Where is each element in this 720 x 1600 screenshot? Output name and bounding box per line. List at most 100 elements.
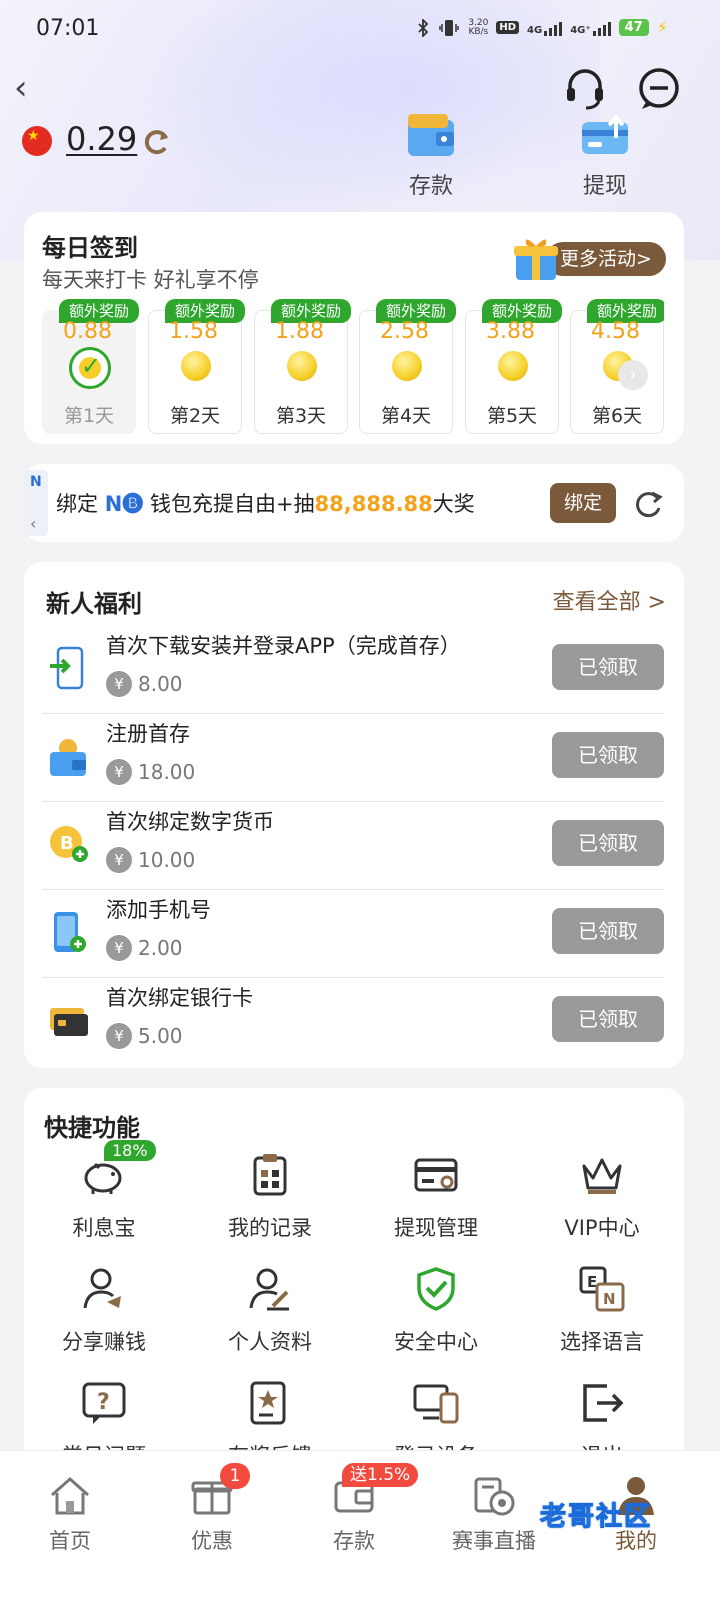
charging-icon: ⚡: [656, 18, 668, 37]
quick-interest[interactable]: 18% 利息宝: [24, 1140, 184, 1262]
signin-day-3[interactable]: 额外奖励 1.88 第3天: [254, 299, 351, 434]
day-label: 第4天: [380, 405, 432, 427]
task-name: 注册首存: [106, 722, 190, 746]
task-reward: ¥5.00: [106, 1022, 183, 1050]
shield-check-icon: [417, 1267, 455, 1311]
claimed-button[interactable]: 已领取: [552, 732, 664, 778]
newbie-title: 新人福利: [46, 590, 142, 618]
balance-amount: 0.29: [66, 120, 138, 158]
signin-days-scroller[interactable]: 额外奖励 0.88 第1天 额外奖励 1.58 第2天 额外奖励 1.88 第3…: [42, 292, 664, 438]
refresh-balance-icon[interactable]: [140, 126, 172, 158]
signin-day-4[interactable]: 额外奖励 2.58 第4天: [359, 299, 456, 434]
checked-icon: [69, 347, 111, 389]
yen-icon: ¥: [106, 671, 132, 697]
status-icons: 3.20 KB/s HD 4G 4G⁺ 47 ⚡: [416, 18, 668, 37]
withdraw-card-icon: [582, 115, 628, 154]
day-amount: 1.58: [169, 319, 218, 344]
signin-day-6[interactable]: 额外奖励 4.58 第6天: [570, 299, 664, 434]
task-name: 首次绑定银行卡: [106, 986, 253, 1010]
user-edit-icon: [249, 1268, 289, 1311]
signin-title: 每日签到: [42, 234, 138, 262]
withdraw-label: 提现: [582, 174, 627, 199]
question-icon: ?: [82, 1382, 126, 1424]
task-name: 首次下载安装并登录APP（完成首存）: [106, 634, 461, 658]
task-reward: ¥8.00: [106, 670, 183, 698]
logout-icon: [583, 1384, 624, 1422]
customer-service-icon[interactable]: [562, 66, 608, 112]
back-button[interactable]: ‹: [14, 70, 44, 106]
claimed-button[interactable]: 已领取: [552, 908, 664, 954]
day-label: 第3天: [275, 405, 327, 427]
bind-button[interactable]: 绑定: [550, 483, 616, 523]
claimed-button[interactable]: 已领取: [552, 996, 664, 1042]
day-amount: 2.58: [380, 319, 429, 344]
task-name: 首次绑定数字货币: [106, 810, 274, 834]
deposit-bonus-badge: 送1.5%: [342, 1463, 419, 1487]
interest-rate-badge: 18%: [104, 1140, 156, 1161]
quick-language[interactable]: EN 选择语言: [522, 1266, 682, 1376]
task-row: 首次绑定银行卡 ¥5.00 已领取: [42, 978, 664, 1066]
signin-day-2[interactable]: 额外奖励 1.58 第2天: [148, 299, 245, 434]
quick-functions-title: 快捷功能: [44, 1114, 140, 1142]
devices-icon: [413, 1384, 459, 1424]
phone-download-icon: [50, 646, 84, 690]
quick-records[interactable]: 我的记录: [190, 1152, 350, 1262]
bind-wallet-banner: N ‹ 绑定 N🅑 钱包充提自由+抽88,888.88大奖 绑定: [24, 464, 684, 542]
quick-share-earn[interactable]: 分享赚钱: [24, 1266, 184, 1376]
day-label: 第1天: [63, 405, 115, 427]
quick-label: 分享赚钱: [62, 1330, 146, 1354]
battery-indicator: 47: [618, 19, 649, 36]
prize-amount: 88,888.88: [314, 492, 433, 516]
quick-profile[interactable]: 个人资料: [190, 1266, 350, 1376]
yen-icon: ¥: [106, 1023, 132, 1049]
status-time: 07:01: [36, 16, 100, 41]
signin-subtitle: 每天来打卡 好礼享不停: [42, 268, 259, 292]
signin-day-5[interactable]: 额外奖励 3.88 第5天: [465, 299, 562, 434]
tab-promotions[interactable]: 1 优惠: [152, 1463, 272, 1555]
view-all-link[interactable]: 查看全部 >: [553, 584, 666, 616]
feedback-icon: [250, 1381, 286, 1425]
bank-card-icon: [50, 1008, 88, 1036]
more-activities-button[interactable]: 更多活动>: [510, 232, 666, 290]
coin-icon: [498, 351, 528, 381]
card-gear-icon: [414, 1158, 458, 1192]
tab-home[interactable]: 首页: [10, 1473, 130, 1555]
signin-day-1[interactable]: 额外奖励 0.88 第1天: [42, 299, 139, 434]
home-icon: [51, 1476, 89, 1515]
claimed-button[interactable]: 已领取: [552, 820, 664, 866]
day-amount: 4.58: [591, 319, 640, 344]
mobile-add-icon: [54, 912, 86, 952]
bluetooth-icon: [418, 18, 429, 37]
coin-icon: [392, 351, 422, 381]
hd-badge: HD: [496, 21, 520, 34]
banner-side-tab[interactable]: N ‹: [24, 470, 48, 536]
message-icon[interactable]: [636, 66, 682, 112]
tab-live-events[interactable]: 赛事直播: [434, 1473, 554, 1555]
more-activities-label: 更多活动>: [546, 242, 666, 276]
quick-label: VIP中心: [564, 1216, 640, 1240]
day-label: 第6天: [591, 405, 643, 427]
tab-label: 赛事直播: [452, 1529, 536, 1553]
gift-box-icon: [514, 239, 558, 280]
quick-withdraw-manage[interactable]: 提现管理: [356, 1152, 516, 1262]
tab-deposit[interactable]: 送1.5% 存款: [294, 1463, 419, 1555]
chevron-left-icon: ‹: [30, 514, 37, 533]
quick-vip[interactable]: VIP中心: [522, 1152, 682, 1262]
bind-mid: 钱包充提自由+抽: [143, 492, 315, 516]
svg-text:?: ?: [97, 1390, 110, 1415]
sim2-signal: 4G⁺: [570, 20, 611, 36]
withdraw-button[interactable]: 提现: [560, 108, 650, 200]
tab-label: 首页: [49, 1529, 91, 1553]
quick-label: 安全中心: [394, 1330, 478, 1354]
yen-icon: ¥: [106, 935, 132, 961]
task-reward: ¥18.00: [106, 758, 195, 786]
refresh-icon[interactable]: [632, 488, 664, 520]
quick-security[interactable]: 安全中心: [356, 1266, 516, 1376]
bitcoin-icon: B: [50, 826, 88, 862]
task-row: 注册首存 ¥18.00 已领取: [42, 714, 664, 802]
claimed-button[interactable]: 已领取: [552, 644, 664, 690]
signin-scroll-right-button[interactable]: ›: [618, 360, 648, 390]
deposit-button[interactable]: 存款: [386, 108, 476, 200]
wallet-icon: [50, 739, 86, 776]
svg-text:B: B: [60, 833, 74, 854]
